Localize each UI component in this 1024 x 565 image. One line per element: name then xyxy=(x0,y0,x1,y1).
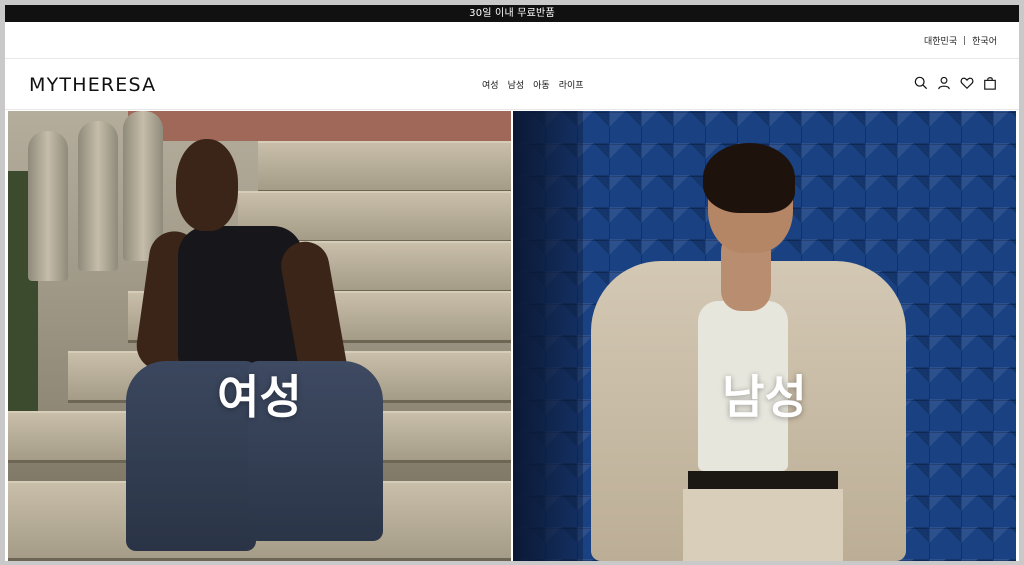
stone-step xyxy=(258,141,511,193)
site-header: MYTHERESA 여성 남성 아동 라이프 xyxy=(5,59,1019,110)
locale-selector[interactable]: 대한민국 | 한국어 xyxy=(924,34,997,48)
women-panel[interactable]: 여성 xyxy=(8,111,511,561)
nav-item-kids[interactable]: 아동 xyxy=(533,78,550,91)
country-label[interactable]: 대한민국 xyxy=(924,34,957,47)
promo-text[interactable]: 30일 이내 무료반품 xyxy=(469,8,555,19)
locale-separator: | xyxy=(963,35,967,46)
language-label[interactable]: 한국어 xyxy=(972,34,997,47)
nav-item-women[interactable]: 여성 xyxy=(482,78,499,91)
baluster xyxy=(28,131,68,281)
women-label[interactable]: 여성 xyxy=(8,361,511,427)
wishlist-icon[interactable] xyxy=(960,76,974,90)
nav-item-life[interactable]: 라이프 xyxy=(559,78,584,91)
men-label[interactable]: 남성 xyxy=(513,361,1016,427)
promo-bar[interactable]: 30일 이내 무료반품 xyxy=(5,5,1019,22)
men-panel[interactable]: 남성 xyxy=(513,111,1016,561)
utility-bar: 대한민국 | 한국어 xyxy=(5,22,1019,59)
search-icon[interactable] xyxy=(914,76,928,90)
brick-wall xyxy=(128,111,511,141)
main-nav: 여성 남성 아동 라이프 xyxy=(482,78,584,91)
header-icons xyxy=(914,76,997,90)
baluster xyxy=(78,121,118,271)
wall-shadow xyxy=(513,111,583,561)
nav-item-men[interactable]: 남성 xyxy=(508,78,525,91)
page-frame: 30일 이내 무료반품 대한민국 | 한국어 MYTHERESA 여성 남성 아… xyxy=(5,5,1019,561)
shopping-bag-icon[interactable] xyxy=(983,76,997,90)
hero-banner: 여성 남성 xyxy=(8,111,1016,561)
account-icon[interactable] xyxy=(937,76,951,90)
brand-logo[interactable]: MYTHERESA xyxy=(29,74,156,96)
